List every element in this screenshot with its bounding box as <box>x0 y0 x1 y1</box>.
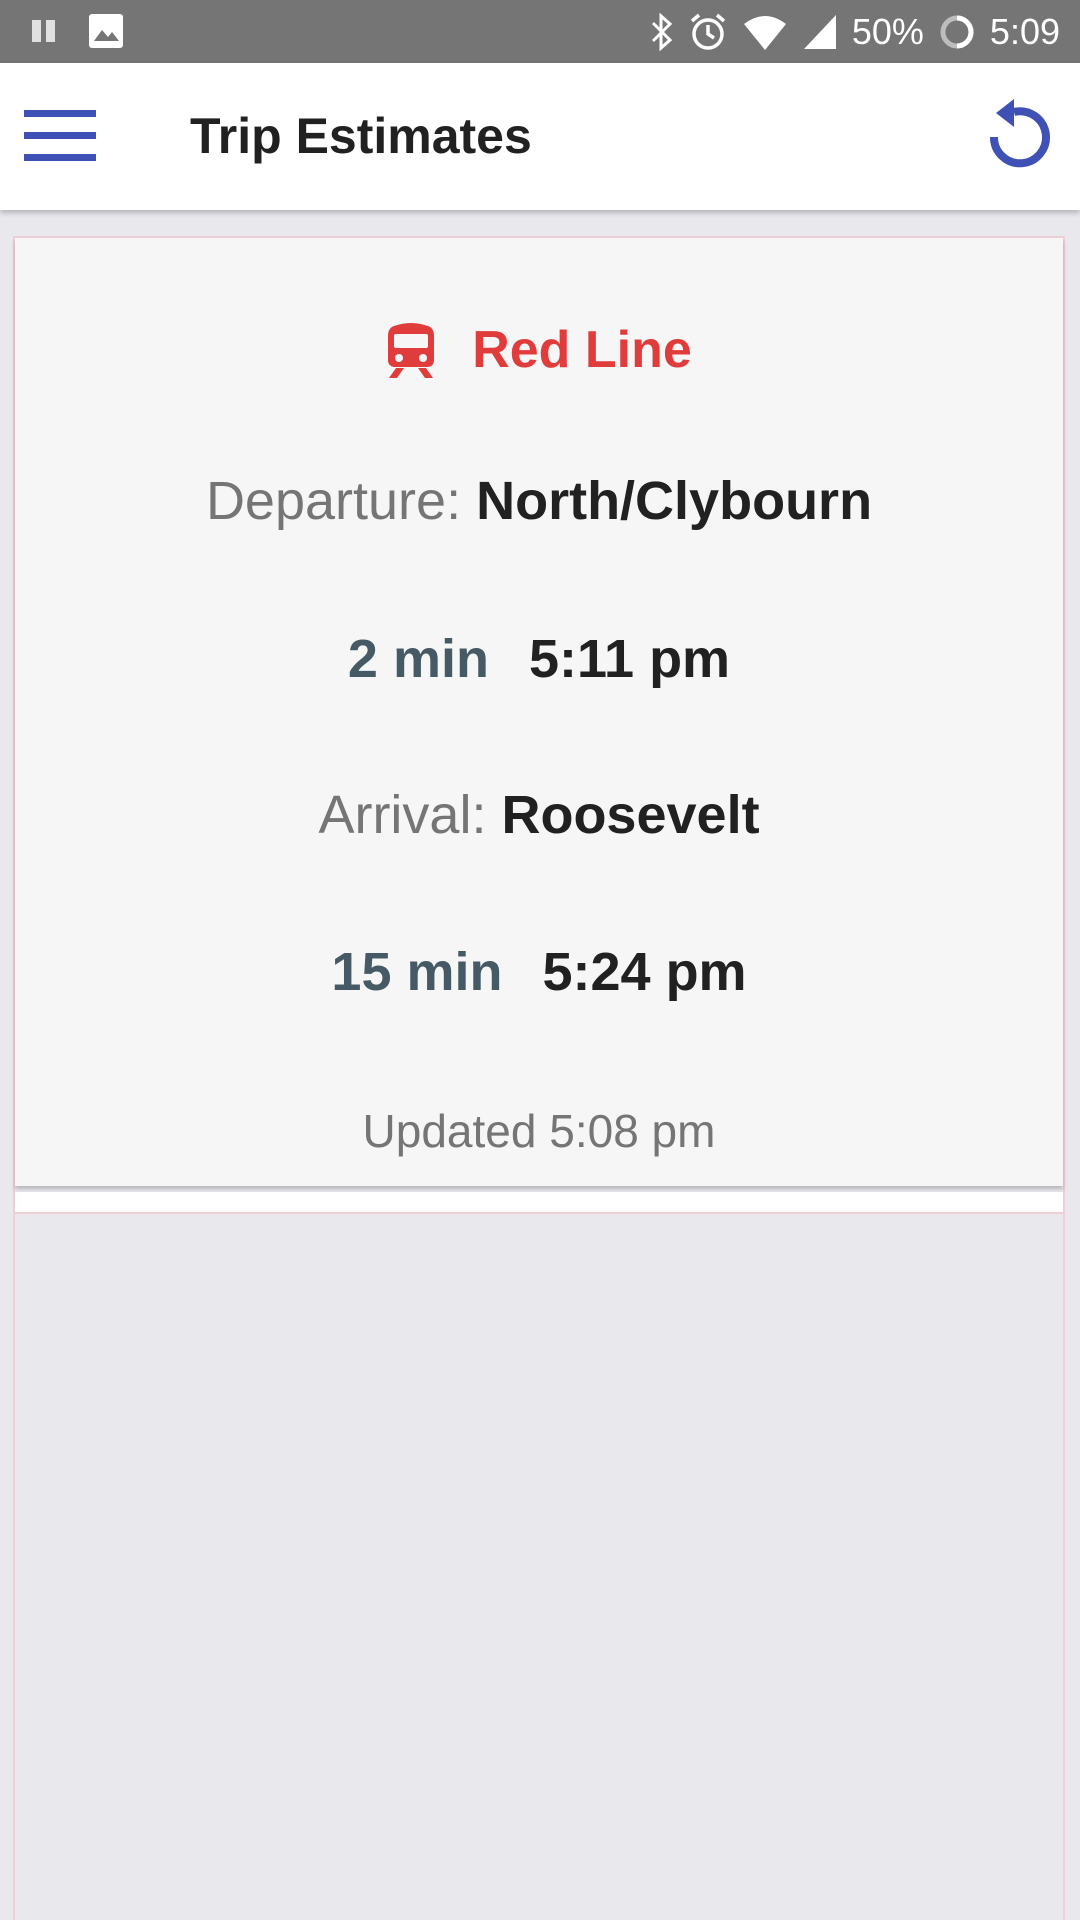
arrival-minutes: 15 min <box>331 942 503 1002</box>
signal-icon <box>802 13 838 51</box>
arrival-label: Arrival: <box>318 785 487 845</box>
departure-estimate: 2 min 5:11 pm <box>15 628 1063 690</box>
line-header: Red Line <box>15 314 1063 386</box>
trip-list: Red Line Departure: North/Clybourn 2 min… <box>13 236 1065 1920</box>
arrival-station: Roosevelt <box>501 785 760 845</box>
line-name: Red Line <box>472 321 692 379</box>
departure-station: North/Clybourn <box>476 471 873 531</box>
arrival-time: 5:24 pm <box>542 942 747 1002</box>
app-bar: Trip Estimates <box>0 63 1080 210</box>
page-title: Trip Estimates <box>190 108 532 164</box>
train-icon <box>388 323 435 378</box>
battery-text: 50% <box>851 10 924 52</box>
alarm-icon <box>688 12 728 52</box>
refresh-button[interactable] <box>980 99 1056 175</box>
trip-card[interactable]: Red Line Departure: North/Clybourn 2 min… <box>15 238 1063 1186</box>
hamburger-menu-icon <box>24 110 96 161</box>
departure-minutes: 2 min <box>347 629 489 689</box>
pause-icon <box>30 16 58 46</box>
card-divider <box>15 1192 1063 1214</box>
bluetooth-icon <box>650 12 674 52</box>
departure-label: Departure: <box>205 471 462 531</box>
status-bar: 50% 5:09 <box>0 0 1080 63</box>
departure-time: 5:11 pm <box>528 629 731 689</box>
arrival-row: Arrival: Roosevelt <box>15 784 1063 846</box>
clock-text: 5:09 <box>989 10 1060 52</box>
refresh-icon <box>989 99 1050 168</box>
menu-button[interactable] <box>24 108 98 164</box>
wifi-icon <box>742 12 788 52</box>
updated-timestamp: Updated 5:08 pm <box>362 1105 716 1157</box>
image-icon <box>88 13 124 49</box>
arrival-estimate: 15 min 5:24 pm <box>15 941 1063 1003</box>
departure-row: Departure: North/Clybourn <box>15 470 1063 532</box>
battery-icon <box>938 13 976 51</box>
